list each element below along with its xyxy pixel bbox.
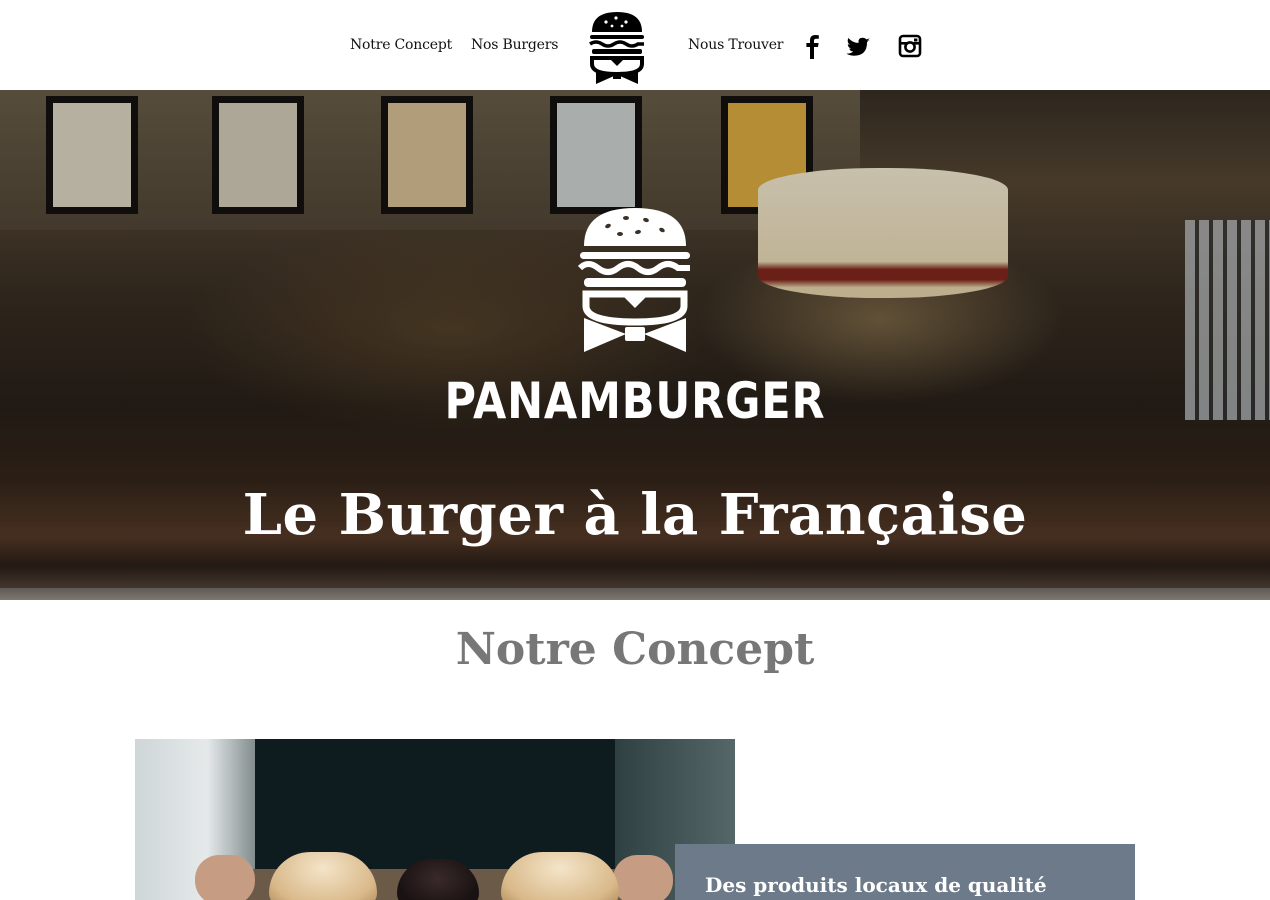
facebook-icon[interactable] <box>800 32 826 60</box>
site-header: Notre Concept Nos Burgers Nous Trouver <box>0 0 1270 90</box>
instagram-icon[interactable] <box>897 32 923 60</box>
concept-photo-burgers <box>135 739 735 900</box>
concept-caption-box: Des produits locaux de qualité <box>675 844 1135 900</box>
concept-caption: Des produits locaux de qualité <box>705 873 1047 897</box>
nav-link-nous-trouver[interactable]: Nous Trouver <box>688 37 783 53</box>
hero-banner: PANAMBURGER Le Burger à la Française <box>0 90 1270 600</box>
brand-name: PANAMBURGER <box>444 372 826 430</box>
burger-bowtie-logo-icon[interactable] <box>586 8 648 86</box>
photo-hand <box>613 855 673 900</box>
section-title-notre-concept: Notre Concept <box>455 624 815 675</box>
twitter-icon[interactable] <box>846 32 872 60</box>
photo-hand <box>195 855 255 900</box>
burger-bowtie-logo-icon <box>577 208 690 352</box>
nav-link-nos-burgers[interactable]: Nos Burgers <box>471 37 558 53</box>
nav-link-notre-concept[interactable]: Notre Concept <box>350 37 452 53</box>
hero-tagline: Le Burger à la Française <box>242 482 1028 548</box>
photo-bun <box>501 852 619 900</box>
